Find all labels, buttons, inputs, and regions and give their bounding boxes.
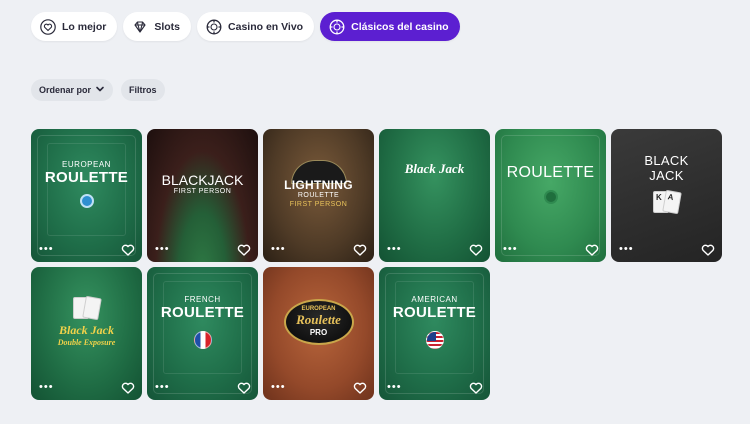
game-card-lightning-roulette[interactable]: LIGHTNING ROULETTE FIRST PERSON ••• [263, 129, 374, 262]
game-art: FRENCH ROULETTE [147, 267, 258, 376]
favorite-heart-icon[interactable] [353, 243, 367, 257]
tab-label: Slots [154, 20, 181, 33]
game-title: LIGHTNING [284, 177, 353, 192]
tab-label: Lo mejor [62, 20, 107, 33]
game-subtitle: FIRST PERSON [289, 200, 348, 208]
game-card-black-jack-double-exposure[interactable]: Black Jack Double Exposure ••• [31, 267, 142, 400]
game-title: ROULETTE [506, 163, 595, 181]
roulette-wheel-icon [543, 189, 558, 204]
game-art: Black Jack Double Exposure [31, 267, 142, 376]
game-card-black-jack[interactable]: Black Jack ••• [379, 129, 490, 262]
sort-dropdown[interactable]: Ordenar por [31, 79, 114, 101]
tab-label: Casino en Vivo [228, 20, 304, 33]
favorite-heart-icon[interactable] [469, 243, 483, 257]
favorite-heart-icon[interactable] [353, 381, 367, 395]
game-title: BLACK [644, 152, 689, 168]
game-subtitle: PRO [309, 328, 328, 337]
more-options-button[interactable]: ••• [155, 382, 170, 393]
game-title: Black Jack [404, 161, 465, 176]
tab-clasicos-del-casino[interactable]: Clásicos del casino [320, 12, 460, 41]
more-options-button[interactable]: ••• [155, 244, 170, 255]
more-options-button[interactable]: ••• [619, 244, 634, 255]
game-card-blackjack-first-person[interactable]: BLACKJACK FIRST PERSON ••• [147, 129, 258, 262]
usa-flag-icon [425, 330, 444, 349]
eu-flag-icon [79, 193, 94, 208]
chevron-down-icon [95, 84, 105, 96]
game-card-french-roulette[interactable]: FRENCH ROULETTE ••• [147, 267, 258, 400]
game-title: Black Jack [59, 322, 114, 337]
favorite-heart-icon[interactable] [121, 381, 135, 395]
game-card-european-roulette-pro[interactable]: EUROPEAN Roulette PRO ••• [263, 267, 374, 400]
category-tabs: Lo mejor Slots Casino en Vivo Clásicos d… [31, 12, 460, 41]
more-options-button[interactable]: ••• [39, 244, 54, 255]
more-options-button[interactable]: ••• [271, 382, 286, 393]
game-card-american-roulette[interactable]: AMERICAN ROULETTE ••• [379, 267, 490, 400]
favorite-heart-icon[interactable] [469, 381, 483, 395]
game-subtitle: AMERICAN [411, 294, 458, 304]
favorite-heart-icon[interactable] [237, 243, 251, 257]
chip-icon [329, 19, 345, 35]
more-options-button[interactable]: ••• [271, 244, 286, 255]
game-art: BLACKJACK FIRST PERSON [147, 129, 258, 238]
tab-casino-en-vivo[interactable]: Casino en Vivo [197, 12, 315, 41]
tab-lo-mejor[interactable]: Lo mejor [31, 12, 118, 41]
playing-cards-icon: K A [653, 190, 682, 215]
game-card-european-roulette[interactable]: EUROPEAN ROULETTE ••• [31, 129, 142, 262]
game-art: ROULETTE [495, 129, 606, 238]
roulette-pro-logo: EUROPEAN Roulette PRO [283, 298, 354, 345]
tab-slots[interactable]: Slots [123, 12, 192, 41]
playing-card: A [662, 190, 682, 215]
game-art: BLACK JACK K A [611, 129, 722, 238]
sort-label: Ordenar por [39, 85, 92, 95]
playing-card [82, 295, 102, 320]
game-subtitle: FRENCH [184, 294, 221, 304]
game-art: EUROPEAN Roulette PRO [263, 267, 374, 376]
game-card-roulette[interactable]: ROULETTE ••• [495, 129, 606, 262]
diamond-icon [132, 19, 148, 35]
more-options-button[interactable]: ••• [387, 244, 402, 255]
game-art: EUROPEAN ROULETTE [31, 129, 142, 238]
favorite-heart-icon[interactable] [585, 243, 599, 257]
game-title: ROULETTE [44, 168, 129, 186]
game-title: JACK [649, 167, 684, 183]
game-title: ROULETTE [392, 303, 477, 321]
filters-button[interactable]: Filtros [121, 79, 165, 101]
game-title: BLACKJACK [161, 172, 244, 188]
game-title: Roulette [296, 312, 341, 327]
tab-label: Clásicos del casino [351, 20, 449, 33]
favorite-heart-icon[interactable] [237, 381, 251, 395]
game-subtitle: Double Exposure [57, 337, 116, 347]
more-options-button[interactable]: ••• [503, 244, 518, 255]
game-title: ROULETTE [160, 303, 245, 321]
playing-cards-icon [73, 295, 102, 320]
game-card-black-jack-classic[interactable]: BLACK JACK K A ••• [611, 129, 722, 262]
game-subtitle: FIRST PERSON [173, 188, 232, 195]
more-options-button[interactable]: ••• [387, 382, 402, 393]
france-flag-icon [193, 330, 212, 349]
game-subtitle: ROULETTE [297, 191, 340, 199]
game-subtitle: EUROPEAN [62, 159, 111, 169]
game-grid: EUROPEAN ROULETTE ••• BLACKJACK FIRST PE… [31, 129, 722, 400]
filter-bar: Ordenar por Filtros [31, 79, 165, 101]
flag-canton [426, 331, 436, 341]
more-options-button[interactable]: ••• [39, 382, 54, 393]
game-art: Black Jack [379, 129, 490, 238]
chip-icon [206, 19, 222, 35]
filters-label: Filtros [129, 85, 157, 95]
game-art: AMERICAN ROULETTE [379, 267, 490, 376]
heart-icon [40, 18, 56, 35]
favorite-heart-icon[interactable] [121, 243, 135, 257]
favorite-heart-icon[interactable] [701, 243, 715, 257]
game-art: LIGHTNING ROULETTE FIRST PERSON [263, 129, 374, 238]
